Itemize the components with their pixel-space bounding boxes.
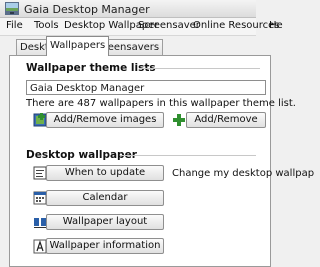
calendar-button[interactable]: Calendar xyxy=(46,190,164,206)
tab-strip: Desktop Wallpapers Screensavers xyxy=(0,36,256,56)
add-remove-images-button[interactable]: Add/Remove images xyxy=(46,112,164,128)
menu-help[interactable]: He xyxy=(269,20,283,31)
app-logo-icon xyxy=(5,2,19,15)
wallpaper-layout-icon xyxy=(34,218,46,228)
theme-list-info: There are 487 wallpapers in this wallpap… xyxy=(26,98,296,109)
calendar-icon xyxy=(33,191,47,205)
section-divider xyxy=(140,68,260,69)
when-to-update-button[interactable]: When to update xyxy=(46,165,164,181)
menu-screensaver[interactable]: Screensaver xyxy=(138,20,200,31)
menu-bar: File Tools Desktop Wallpaper Screensaver… xyxy=(0,18,283,36)
add-remove-button[interactable]: Add/Remove xyxy=(186,112,266,128)
when-to-update-icon xyxy=(33,166,47,180)
title-bar: Gaia Desktop Manager xyxy=(0,0,256,18)
menu-file[interactable]: File xyxy=(6,20,23,31)
wallpaper-layout-button[interactable]: Wallpaper layout xyxy=(46,214,164,230)
tab-wallpapers[interactable]: Wallpapers xyxy=(46,36,110,56)
theme-lists-heading: Wallpaper theme lists xyxy=(26,62,156,74)
menu-online-resources[interactable]: Online Resources xyxy=(193,20,280,31)
section-divider xyxy=(120,155,256,156)
add-remove-images-icon xyxy=(33,113,47,127)
change-wallpaper-label: Change my desktop wallpap xyxy=(172,168,315,179)
window-title: Gaia Desktop Manager xyxy=(24,3,150,16)
menu-tools[interactable]: Tools xyxy=(34,20,59,31)
theme-list-select[interactable]: Gaia Desktop Manager xyxy=(26,80,266,95)
wallpaper-information-icon xyxy=(33,239,47,254)
add-icon xyxy=(173,114,185,126)
wallpaper-information-button[interactable]: Wallpaper information xyxy=(46,238,164,254)
